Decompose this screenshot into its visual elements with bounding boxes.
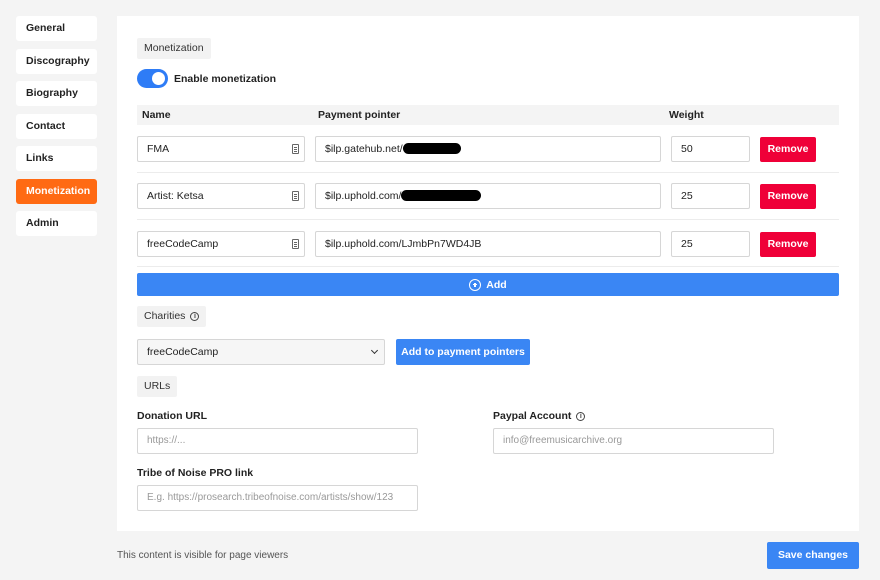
save-changes-button[interactable]: Save changes xyxy=(767,542,859,569)
redaction-mark xyxy=(402,142,461,154)
sidebar-item-contact[interactable]: Contact xyxy=(16,113,97,139)
pointer-value: $ilp.uphold.com/LJmbPn7WD4JB xyxy=(325,238,482,250)
monetization-section-text: Monetization xyxy=(144,42,204,54)
donation-url-label-text: Donation URL xyxy=(137,410,207,422)
payment-pointer-input[interactable]: $ilp.uphold.com/LJmbPn7WD4JB xyxy=(315,231,661,257)
enable-monetization-label: Enable monetization xyxy=(174,72,277,85)
weight-value: 25 xyxy=(681,238,693,250)
paypal-account-placeholder: info@freemusicarchive.org xyxy=(503,435,623,446)
plus-circle-icon xyxy=(469,278,482,291)
sidebar-item-biography[interactable]: Biography xyxy=(16,81,97,106)
name-input[interactable]: FMA xyxy=(137,136,305,162)
main-panel: Monetization Enable monetization Name Pa… xyxy=(117,16,859,531)
tribe-link-placeholder: E.g. https://prosearch.tribeofnoise.com/… xyxy=(147,492,394,503)
remove-button[interactable]: Remove xyxy=(760,232,816,257)
charities-section-label: Charities i xyxy=(137,306,207,327)
column-header-weight: Weight xyxy=(669,109,704,121)
donation-url-label: Donation URL xyxy=(137,410,207,422)
sidebar-item-links[interactable]: Links xyxy=(16,146,97,171)
add-pointer-button[interactable]: Add xyxy=(137,273,839,296)
table-row: freeCodeCamp $ilp.uphold.com/LJmbPn7WD4J… xyxy=(137,220,839,267)
name-value: FMA xyxy=(147,143,170,155)
urls-section-label: URLs xyxy=(137,376,178,397)
table-row: Artist: Ketsa $ilp.uphold.com/ 25 Remove xyxy=(137,173,839,220)
info-icon[interactable]: i xyxy=(576,411,586,421)
document-icon xyxy=(292,239,299,249)
sidebar: General Discography Biography Contact Li… xyxy=(16,16,97,244)
paypal-account-label-text: Paypal Account xyxy=(493,410,572,422)
chevron-down-icon xyxy=(370,346,379,355)
pointer-value: $ilp.gatehub.net/ xyxy=(325,143,403,155)
payment-pointer-input[interactable]: $ilp.gatehub.net/ xyxy=(315,136,661,162)
info-icon[interactable]: i xyxy=(190,312,200,321)
add-label: Add xyxy=(486,278,507,291)
sidebar-item-admin[interactable]: Admin xyxy=(16,211,97,236)
monetization-section-label: Monetization xyxy=(137,38,211,59)
charities-section-text: Charities xyxy=(144,310,186,322)
visibility-note: This content is visible for page viewers xyxy=(117,550,289,561)
tribe-link-label-text: Tribe of Noise PRO link xyxy=(137,467,254,479)
pointer-value: $ilp.uphold.com/ xyxy=(325,190,402,202)
weight-input[interactable]: 25 xyxy=(671,231,750,257)
monetization-toggle-row: Enable monetization xyxy=(137,69,276,88)
redaction-mark xyxy=(401,189,482,201)
weight-input[interactable]: 25 xyxy=(671,183,750,209)
name-value: freeCodeCamp xyxy=(147,238,219,250)
sidebar-item-general[interactable]: General xyxy=(16,16,97,41)
add-to-payment-pointers-button[interactable]: Add to payment pointers xyxy=(396,339,530,365)
column-header-pointer: Payment pointer xyxy=(318,109,401,121)
weight-input[interactable]: 50 xyxy=(671,136,750,162)
weight-value: 25 xyxy=(681,190,693,202)
sidebar-item-discography[interactable]: Discography xyxy=(16,48,97,74)
tribe-link-input[interactable]: E.g. https://prosearch.tribeofnoise.com/… xyxy=(137,485,418,511)
remove-button[interactable]: Remove xyxy=(760,137,816,162)
name-input[interactable]: Artist: Ketsa xyxy=(137,183,305,209)
weight-value: 50 xyxy=(681,143,693,155)
name-value: Artist: Ketsa xyxy=(147,190,204,202)
document-icon xyxy=(292,144,299,154)
paypal-account-label: Paypal Account i xyxy=(493,410,586,422)
pointer-table-header: Name Payment pointer Weight xyxy=(137,105,839,125)
charity-select[interactable]: freeCodeCamp xyxy=(137,339,385,365)
urls-section-text: URLs xyxy=(144,380,171,392)
donation-url-input[interactable]: https://... xyxy=(137,428,418,454)
sidebar-item-monetization[interactable]: Monetization xyxy=(16,178,97,204)
paypal-account-input[interactable]: info@freemusicarchive.org xyxy=(493,428,774,454)
column-header-name: Name xyxy=(142,109,171,121)
table-row: FMA $ilp.gatehub.net/ 50 Remove xyxy=(137,126,839,173)
document-icon xyxy=(292,191,299,201)
tribe-link-label: Tribe of Noise PRO link xyxy=(137,467,253,479)
donation-url-placeholder: https://... xyxy=(147,435,186,446)
charity-selected-value: freeCodeCamp xyxy=(147,346,219,358)
enable-monetization-toggle[interactable] xyxy=(137,69,168,88)
remove-button[interactable]: Remove xyxy=(760,184,816,209)
payment-pointer-input[interactable]: $ilp.uphold.com/ xyxy=(315,183,661,209)
name-input[interactable]: freeCodeCamp xyxy=(137,231,305,257)
